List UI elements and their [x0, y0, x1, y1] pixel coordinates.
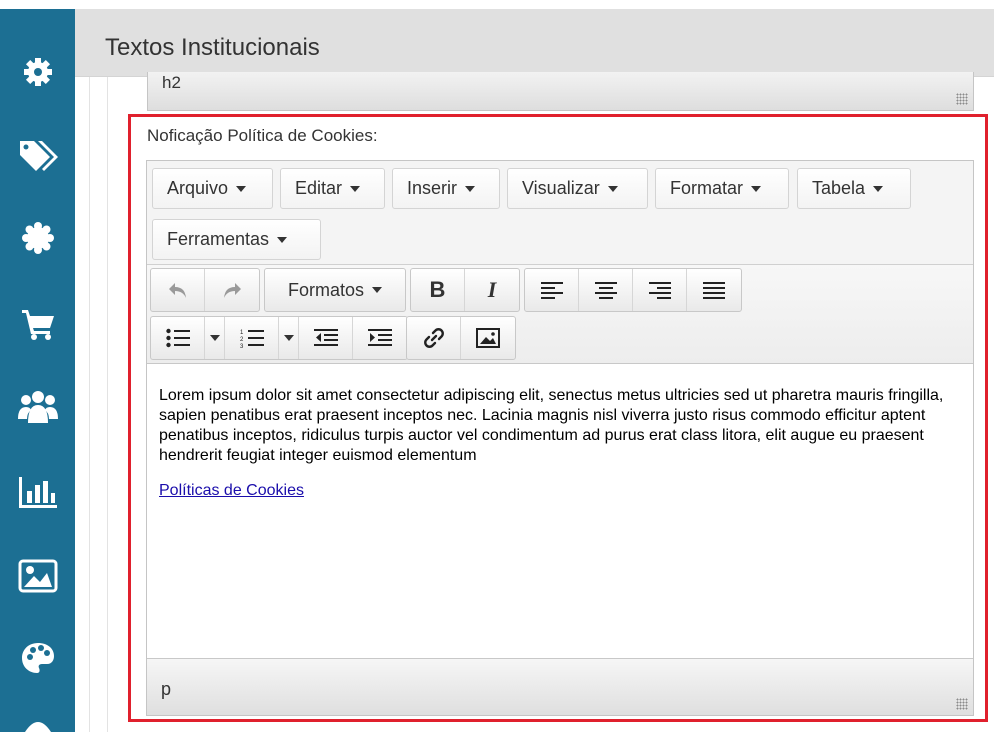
field-label: Noficação Política de Cookies: [147, 126, 378, 145]
page-header: Textos Institucionais [75, 9, 994, 77]
editor-toolbar: Formatos B I 1 2 3 [147, 265, 973, 364]
align-right-icon[interactable] [633, 269, 687, 311]
align-left-icon[interactable] [525, 269, 579, 311]
menu-label: Visualizar [522, 178, 600, 198]
editor-content[interactable]: Lorem ipsum dolor sit amet consectetur a… [147, 364, 973, 658]
bold-button[interactable]: B [411, 269, 465, 311]
history-group [150, 268, 260, 312]
link-icon[interactable] [407, 317, 461, 359]
italic-button[interactable]: I [465, 269, 519, 311]
cart-icon[interactable] [0, 304, 75, 344]
menu-label: Formatar [670, 178, 744, 198]
redo-icon[interactable] [205, 269, 259, 311]
formats-label: Formatos [287, 279, 365, 300]
main-panel: Textos Institucionais h2 Noficação Polít… [75, 0, 994, 732]
insert-image-icon[interactable] [461, 317, 515, 359]
menu-tabela[interactable]: Tabela [797, 168, 911, 209]
sidebar-top-gap [0, 0, 75, 9]
list-group: 123 [150, 316, 408, 360]
svg-text:3: 3 [240, 344, 244, 348]
menu-label: Arquivo [167, 178, 229, 198]
align-justify-icon[interactable] [687, 269, 741, 311]
menu-visualizar[interactable]: Visualizar [507, 168, 648, 209]
caret-down-icon [236, 185, 247, 192]
resize-handle[interactable] [956, 698, 968, 710]
svg-text:2: 2 [240, 337, 244, 343]
caret-down-icon [283, 335, 294, 341]
align-group [524, 268, 742, 312]
previous-editor-statusbar: h2 [147, 72, 974, 111]
caret-down-icon [277, 236, 288, 243]
menu-ferramentas[interactable]: Ferramentas [152, 219, 321, 260]
menu-inserir[interactable]: Inserir [392, 168, 500, 209]
top-gap [75, 0, 994, 9]
sidebar [0, 0, 75, 732]
gear-icon[interactable] [0, 52, 75, 92]
formats-dropdown[interactable]: Formatos [265, 269, 405, 311]
badge-icon[interactable] [0, 218, 75, 258]
bullet-list-dropdown[interactable] [205, 317, 225, 359]
rich-text-editor: Arquivo Editar Inserir Visualizar Format… [146, 160, 974, 716]
menu-arquivo[interactable]: Arquivo [152, 168, 273, 209]
caret-down-icon [873, 185, 884, 192]
content-paragraph[interactable]: Lorem ipsum dolor sit amet consectetur a… [159, 386, 961, 466]
menu-label: Inserir [407, 178, 458, 198]
caret-down-icon [350, 185, 361, 192]
numbered-list-dropdown[interactable] [279, 317, 299, 359]
caret-down-icon [372, 287, 383, 293]
align-center-icon[interactable] [579, 269, 633, 311]
menu-label: Editar [295, 178, 343, 198]
svg-text:1: 1 [240, 330, 244, 336]
menu-formatar[interactable]: Formatar [655, 168, 789, 209]
bar-chart-icon[interactable] [0, 472, 75, 512]
editor-statusbar: p [147, 658, 973, 715]
caret-down-icon [607, 185, 618, 192]
bullet-list-icon[interactable] [151, 317, 205, 359]
palette-icon[interactable] [0, 638, 75, 678]
undo-icon[interactable] [151, 269, 205, 311]
page-title: Textos Institucionais [105, 34, 320, 61]
menu-label: Ferramentas [167, 229, 270, 249]
outdent-icon[interactable] [299, 317, 353, 359]
insert-group [406, 316, 516, 360]
element-path[interactable]: p [161, 679, 171, 700]
resize-handle[interactable] [956, 93, 968, 105]
menu-editar[interactable]: Editar [280, 168, 385, 209]
caret-down-icon [209, 335, 220, 341]
indent-icon[interactable] [353, 317, 407, 359]
menu-label: Tabela [812, 178, 866, 198]
image-icon[interactable] [0, 556, 75, 596]
more-icon[interactable] [0, 718, 75, 732]
numbered-list-icon[interactable]: 123 [225, 317, 279, 359]
caret-down-icon [751, 185, 762, 192]
caret-down-icon [465, 185, 476, 192]
style-group: B I [410, 268, 520, 312]
cookies-policy-link[interactable]: Políticas de Cookies [159, 482, 304, 500]
editor-menubar: Arquivo Editar Inserir Visualizar Format… [147, 161, 973, 265]
divider [89, 77, 90, 732]
tags-icon[interactable] [0, 136, 75, 176]
element-path[interactable]: h2 [162, 73, 181, 93]
divider [107, 77, 108, 732]
formats-group: Formatos [264, 268, 406, 312]
users-icon[interactable] [0, 386, 75, 426]
